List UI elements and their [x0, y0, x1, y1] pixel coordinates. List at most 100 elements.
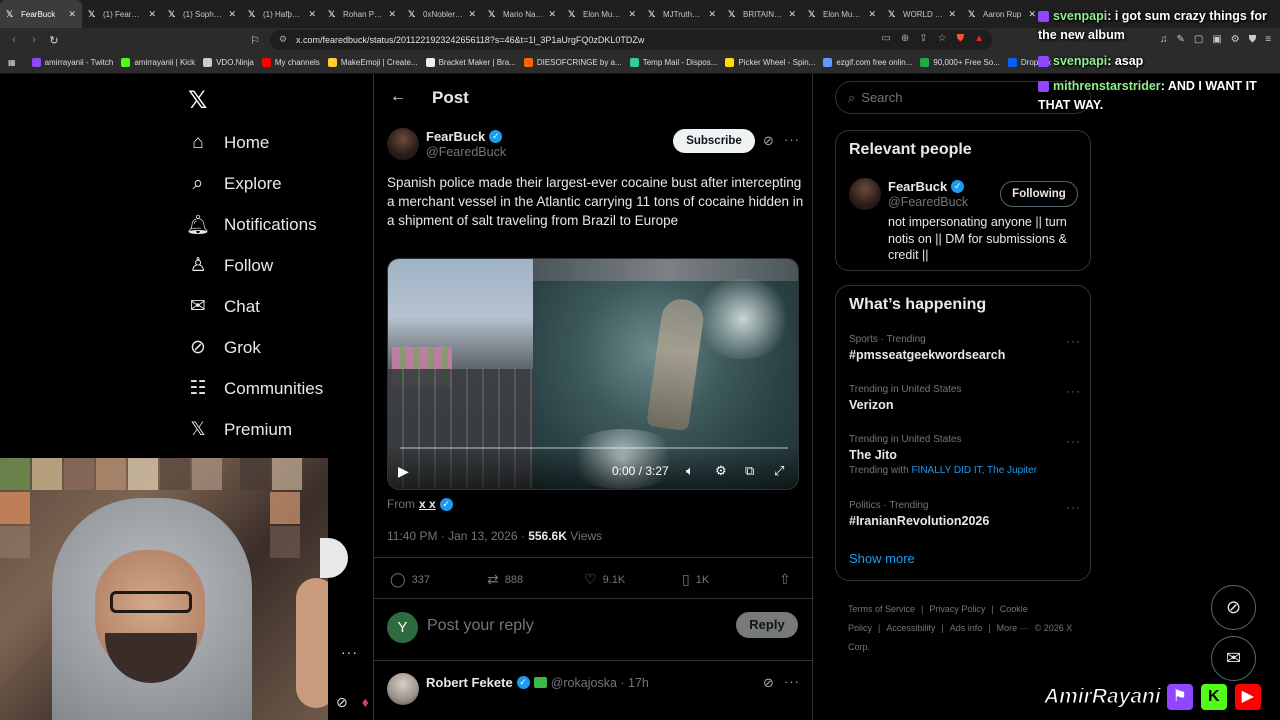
bookmark-item[interactable]: Picker Wheel - Spin... — [725, 58, 815, 67]
browser-tab[interactable]: 𝕏 Elon Musk on ✕ — [802, 0, 882, 28]
show-more-link[interactable]: Show more — [849, 551, 915, 566]
close-tab-icon[interactable]: ✕ — [308, 9, 316, 20]
reply-action[interactable]: ◯ 337 — [390, 571, 430, 588]
grok-float-button[interactable]: ⊘ — [1211, 585, 1256, 630]
repost-action[interactable]: ⇄ 888 — [487, 571, 523, 588]
back-nav-icon[interactable]: ‹ — [4, 34, 24, 46]
bookmark-item[interactable]: VDO.Ninja — [203, 58, 254, 67]
more-options-icon[interactable]: ··· — [1066, 384, 1081, 398]
close-tab-icon[interactable]: ✕ — [548, 9, 556, 20]
bookmark-item[interactable]: Temp Mail - Dispos... — [629, 58, 717, 67]
browser-tab[interactable]: 𝕏 MJTruthUltra ✕ — [642, 0, 722, 28]
bookmark-icon[interactable]: ⚐ — [245, 34, 265, 47]
share-action[interactable]: ⇧ — [779, 571, 791, 588]
relevant-avatar[interactable] — [849, 178, 881, 210]
more-options-icon[interactable]: ··· — [784, 132, 800, 147]
footer-link[interactable]: Privacy Policy — [929, 604, 985, 614]
close-tab-icon[interactable]: ✕ — [228, 9, 236, 20]
close-tab-icon[interactable]: ✕ — [388, 9, 396, 20]
footer-link[interactable]: More ··· — [997, 623, 1029, 633]
close-tab-icon[interactable]: ✕ — [148, 9, 156, 20]
bookmark-item[interactable]: 90,000+ Free So... — [920, 58, 1000, 67]
browser-tab[interactable]: 𝕏 FearBuck ✕ — [0, 0, 82, 28]
bookmark-item[interactable]: DIESOFCRINGE by a... — [523, 58, 622, 67]
close-tab-icon[interactable]: ✕ — [68, 9, 76, 20]
relevant-handle[interactable]: @FearedBuck — [888, 195, 968, 209]
nav-item-grok[interactable]: ⊘ Grok — [186, 327, 366, 368]
apps-grid-icon[interactable]: ▦ — [8, 58, 16, 67]
browser-tab[interactable]: 𝕏 Aaron Rup ✕ — [962, 0, 1042, 28]
fullscreen-icon[interactable]: ⤢ — [774, 463, 784, 479]
bookmark-item[interactable]: amirrayanii | Kick — [121, 58, 195, 67]
account-menu-edge[interactable] — [320, 538, 348, 578]
close-tab-icon[interactable]: ✕ — [1028, 9, 1036, 20]
browser-tab[interactable]: 𝕏 (1) FearBuck ✕ — [82, 0, 162, 28]
bookmark-action[interactable]: ▯ 1K — [682, 571, 709, 588]
reply-author-avatar[interactable] — [387, 673, 419, 705]
author-handle[interactable]: @FearedBuck — [426, 145, 506, 159]
video-progress-bar[interactable] — [400, 447, 788, 449]
close-tab-icon[interactable]: ✕ — [468, 9, 476, 20]
volume-icon[interactable]: 🔈︎ — [686, 463, 694, 479]
more-options-icon[interactable]: ··· — [341, 644, 358, 660]
reload-icon[interactable]: ↻ — [44, 34, 64, 47]
browser-tab[interactable]: 𝕏 (1) Sophie Ra ✕ — [162, 0, 242, 28]
brave-rewards-icon[interactable]: ▲ — [974, 33, 984, 44]
nav-item-notifications[interactable]: 🔔︎ Notifications — [186, 204, 366, 245]
relevant-name[interactable]: FearBuck ✓ — [888, 179, 965, 194]
user-avatar[interactable]: Y — [387, 612, 418, 643]
video-player[interactable]: ▶ 0:00 / 3:27 🔈︎ ⚙ ⧉ ⤢ — [387, 258, 799, 490]
browser-tab[interactable]: 𝕏 0xNobler on ✕ — [402, 0, 482, 28]
footer-link[interactable]: Accessibility — [886, 623, 935, 633]
nav-item-communities[interactable]: ☷ Communities — [186, 368, 366, 409]
play-icon[interactable]: ▶ — [398, 463, 409, 480]
reply-button[interactable]: Reply — [736, 612, 798, 638]
bookmark-item[interactable]: Bracket Maker | Bra... — [425, 58, 516, 67]
grok-icon[interactable]: ⊘ — [763, 133, 774, 149]
reply-input[interactable]: Post your reply — [427, 617, 534, 635]
trend-item[interactable]: Trending in United States The Jito Trendin… — [849, 434, 1081, 476]
more-options-icon[interactable]: ··· — [1066, 434, 1081, 448]
trend-item[interactable]: Trending in United States Verizon ··· — [849, 384, 1081, 412]
reply-author-name[interactable]: Robert Fekete ✓ @rokajoska · 17h — [426, 675, 649, 690]
more-options-icon[interactable]: ··· — [784, 674, 800, 689]
trending-with-links[interactable]: FINALLY DID IT, The Jupiter — [911, 465, 1037, 476]
star-icon[interactable]: ☆ — [938, 33, 947, 44]
location-pin-icon[interactable]: ♦ — [362, 694, 369, 711]
more-options-icon[interactable]: ··· — [1066, 500, 1081, 514]
forward-nav-icon[interactable]: › — [24, 34, 44, 46]
nav-item-follow[interactable]: ♙ Follow — [186, 245, 366, 286]
browser-tab[interactable]: 𝕏 BRITAIN IS BR ✕ — [722, 0, 802, 28]
more-options-icon[interactable]: ··· — [1066, 334, 1081, 348]
bookmark-item[interactable]: MakeEmoji | Create... — [327, 58, 418, 67]
trend-item[interactable]: Politics · Trending #IranianRevolution202… — [849, 500, 1081, 528]
footer-link[interactable]: Ads info — [950, 623, 983, 633]
browser-tab[interactable]: 𝕏 Mario Nawfal ✕ — [482, 0, 562, 28]
footer-link[interactable]: Terms of Service — [848, 604, 915, 614]
author-avatar[interactable] — [387, 128, 419, 160]
post-timestamp[interactable]: 11:40 PM · Jan 13, 2026 · — [387, 529, 528, 543]
grok-icon[interactable]: ⊘ — [763, 675, 774, 691]
nav-item-premium[interactable]: 𝕏 Premium — [186, 409, 366, 450]
close-tab-icon[interactable]: ✕ — [708, 9, 716, 20]
grok-icon[interactable]: ⊘ — [336, 694, 348, 711]
x-logo-icon[interactable]: 𝕏 — [188, 86, 207, 115]
browser-tab[interactable]: 𝕏 Elon Musk on ✕ — [562, 0, 642, 28]
nav-item-chat[interactable]: ✉ Chat — [186, 286, 366, 327]
close-tab-icon[interactable]: ✕ — [868, 9, 876, 20]
author-name[interactable]: FearBuck ✓ — [426, 129, 503, 144]
nav-item-home[interactable]: ⌂ Home — [186, 122, 366, 163]
bookmark-item[interactable]: ezgif.com free onlin... — [823, 58, 912, 67]
trend-item[interactable]: Sports · Trending #pmsseatgeekwordsearch ·… — [849, 334, 1081, 362]
back-arrow-icon[interactable]: ← — [390, 88, 406, 106]
zoom-icon[interactable]: ⊕ — [901, 33, 909, 44]
close-tab-icon[interactable]: ✕ — [788, 9, 796, 20]
pip-icon[interactable]: ⧉ — [745, 463, 754, 479]
browser-tab[interactable]: 𝕏 Rohan Paul on ✕ — [322, 0, 402, 28]
url-bar[interactable]: ⚙ x.com/fearedbuck/status/20112219232426… — [270, 30, 992, 50]
share-icon[interactable]: ⇪ — [919, 33, 927, 44]
screen-icon[interactable]: ▭ — [881, 33, 890, 44]
like-action[interactable]: ♡ 9.1K — [584, 571, 625, 588]
settings-gear-icon[interactable]: ⚙ — [715, 463, 727, 479]
bookmark-item[interactable]: amirrayanii - Twitch — [31, 58, 113, 67]
